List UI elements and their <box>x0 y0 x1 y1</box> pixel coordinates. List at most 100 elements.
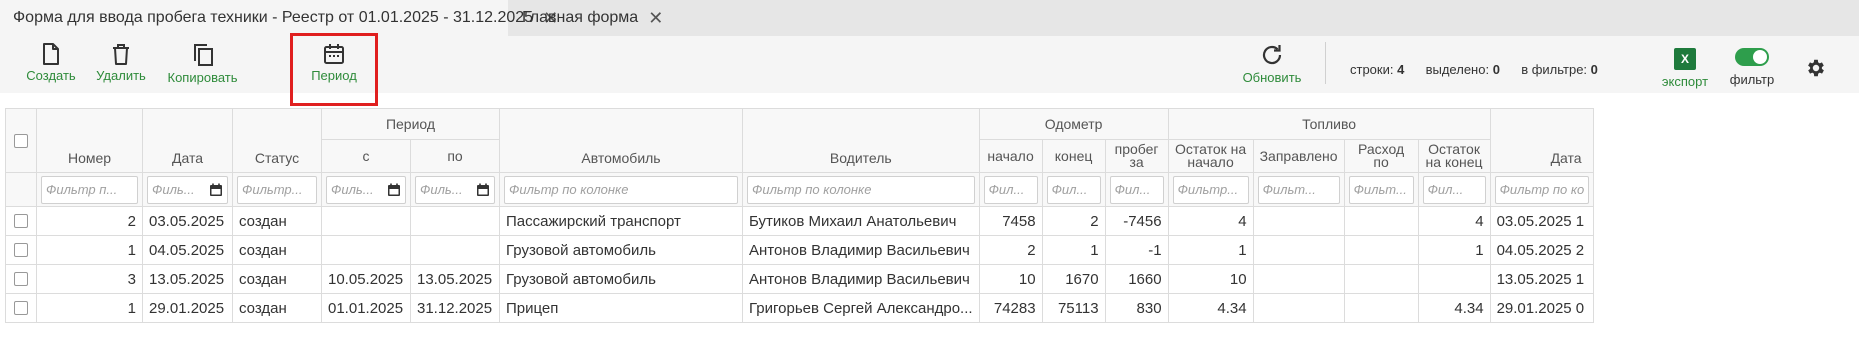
cell-fuel-end[interactable]: 4 <box>1417 206 1491 236</box>
column-header-fuel-end[interactable]: Остаток на конец <box>1417 139 1491 173</box>
cell-fuel-start[interactable]: 4.34 <box>1167 293 1254 323</box>
cell-fuel-end[interactable] <box>1417 264 1491 294</box>
cell-fuel-end[interactable]: 4.34 <box>1417 293 1491 323</box>
close-icon[interactable]: ✕ <box>648 8 663 29</box>
filter-odo-run[interactable]: Фил... <box>1104 172 1169 207</box>
filter-odo-start[interactable]: Фил... <box>978 172 1043 207</box>
cell-driver[interactable]: Григорьев Сергей Александро... <box>742 293 980 323</box>
delete-button[interactable]: Удалить <box>90 36 152 93</box>
filter-fuel-filled[interactable]: Фильт... <box>1252 172 1345 207</box>
filter-driver[interactable]: Фильтр по колонке <box>742 172 980 207</box>
cell-date2[interactable]: 03.05.2025 1 <box>1489 206 1595 236</box>
cell-odo-start[interactable]: 10 <box>978 264 1043 294</box>
cell-odo-start[interactable]: 7458 <box>978 206 1043 236</box>
table-row[interactable]: 1 29.01.2025 создан 01.01.2025 31.12.2025 При… <box>5 293 1595 323</box>
cell-to[interactable]: 13.05.2025 <box>410 264 500 294</box>
cell-date2[interactable]: 29.01.2025 0 <box>1489 293 1595 323</box>
column-header-date[interactable]: Дата <box>142 108 233 173</box>
cell-fuel-usage[interactable] <box>1343 264 1419 294</box>
column-header-fuel-filled[interactable]: Заправлено <box>1252 139 1345 173</box>
cell-from[interactable] <box>321 235 411 265</box>
cell-driver[interactable]: Антонов Владимир Васильевич <box>742 264 980 294</box>
tab-mileage-form[interactable]: Форма для ввода пробега техники - Реестр… <box>0 0 558 36</box>
filter-status[interactable]: Фильтр... <box>232 172 322 207</box>
cell-odo-run[interactable]: 830 <box>1104 293 1169 323</box>
column-header-date2[interactable]: Дата <box>1489 108 1595 173</box>
filter-fuel-start[interactable]: Фильтр... <box>1167 172 1254 207</box>
cell-fuel-end[interactable]: 1 <box>1417 235 1491 265</box>
cell-date[interactable]: 04.05.2025 <box>142 235 233 265</box>
export-button[interactable]: X экспорт <box>1645 48 1725 89</box>
cell-number[interactable]: 2 <box>36 206 143 236</box>
column-header-driver[interactable]: Водитель <box>742 108 980 173</box>
calendar-icon[interactable] <box>476 183 490 197</box>
calendar-icon[interactable] <box>387 183 401 197</box>
cell-fuel-filled[interactable] <box>1252 293 1345 323</box>
filter-car[interactable]: Фильтр по колонке <box>499 172 743 207</box>
filter-date2[interactable]: Фильтр по ко <box>1489 172 1595 207</box>
table-row[interactable]: 1 04.05.2025 создан Грузовой автомобиль Анто… <box>5 235 1595 265</box>
filter-to[interactable]: Филь... <box>410 172 500 207</box>
filter-from[interactable]: Филь... <box>321 172 411 207</box>
column-header-from[interactable]: с <box>321 139 411 173</box>
cell-fuel-start[interactable]: 4 <box>1167 206 1254 236</box>
cell-fuel-filled[interactable] <box>1252 206 1345 236</box>
cell-odo-start[interactable]: 2 <box>978 235 1043 265</box>
cell-driver[interactable]: Антонов Владимир Васильевич <box>742 235 980 265</box>
settings-button[interactable] <box>1805 57 1827 84</box>
cell-fuel-usage[interactable] <box>1343 293 1419 323</box>
cell-status[interactable]: создан <box>232 235 322 265</box>
cell-status[interactable]: создан <box>232 293 322 323</box>
row-select-cell[interactable] <box>5 206 37 236</box>
cell-fuel-filled[interactable] <box>1252 264 1345 294</box>
column-header-car[interactable]: Автомобиль <box>499 108 743 173</box>
cell-date2[interactable]: 13.05.2025 1 <box>1489 264 1595 294</box>
cell-status[interactable]: создан <box>232 206 322 236</box>
column-header-fuel-usage[interactable]: Расход по <box>1343 139 1419 173</box>
cell-date[interactable]: 13.05.2025 <box>142 264 233 294</box>
select-all-checkbox[interactable] <box>14 133 28 148</box>
filter-fuel-usage[interactable]: Фильт... <box>1343 172 1419 207</box>
cell-odo-start[interactable]: 74283 <box>978 293 1043 323</box>
column-header-to[interactable]: по <box>410 139 500 173</box>
copy-button[interactable]: Копировать <box>160 36 245 93</box>
cell-odo-run[interactable]: -7456 <box>1104 206 1169 236</box>
cell-fuel-usage[interactable] <box>1343 235 1419 265</box>
row-checkbox[interactable] <box>14 243 28 257</box>
tab-main-form[interactable]: Главная форма ✕ <box>512 0 663 36</box>
filter-toggle[interactable]: фильтр <box>1720 48 1784 87</box>
cell-odo-run[interactable]: -1 <box>1104 235 1169 265</box>
create-button[interactable]: Создать <box>20 36 82 93</box>
filter-date[interactable]: Филь... <box>142 172 233 207</box>
row-checkbox[interactable] <box>14 301 28 315</box>
cell-from[interactable]: 01.01.2025 <box>321 293 411 323</box>
cell-status[interactable]: создан <box>232 264 322 294</box>
cell-date2[interactable]: 04.05.2025 2 <box>1489 235 1595 265</box>
cell-to[interactable] <box>410 235 500 265</box>
filter-fuel-end[interactable]: Фил... <box>1417 172 1491 207</box>
cell-to[interactable] <box>410 206 500 236</box>
cell-fuel-start[interactable]: 10 <box>1167 264 1254 294</box>
cell-number[interactable]: 3 <box>36 264 143 294</box>
cell-odo-end[interactable]: 2 <box>1041 206 1106 236</box>
cell-fuel-filled[interactable] <box>1252 235 1345 265</box>
cell-odo-run[interactable]: 1660 <box>1104 264 1169 294</box>
table-row[interactable]: 3 13.05.2025 создан 10.05.2025 13.05.2025 Гру… <box>5 264 1595 294</box>
cell-odo-end[interactable]: 1 <box>1041 235 1106 265</box>
column-header-status[interactable]: Статус <box>232 108 322 173</box>
filter-number[interactable]: Фильтр п... <box>36 172 143 207</box>
cell-car[interactable]: Грузовой автомобиль <box>499 235 743 265</box>
row-select-cell[interactable] <box>5 264 37 294</box>
filter-odo-end[interactable]: Фил... <box>1041 172 1106 207</box>
cell-driver[interactable]: Бутиков Михаил Анатольевич <box>742 206 980 236</box>
cell-from[interactable]: 10.05.2025 <box>321 264 411 294</box>
cell-number[interactable]: 1 <box>36 293 143 323</box>
column-header-odo-run[interactable]: пробег за <box>1104 139 1169 173</box>
toggle-switch-icon[interactable] <box>1735 48 1769 66</box>
cell-from[interactable] <box>321 206 411 236</box>
cell-date[interactable]: 29.01.2025 <box>142 293 233 323</box>
refresh-button[interactable]: Обновить <box>1232 36 1312 93</box>
select-all-cell[interactable] <box>5 108 37 173</box>
cell-number[interactable]: 1 <box>36 235 143 265</box>
cell-car[interactable]: Прицеп <box>499 293 743 323</box>
